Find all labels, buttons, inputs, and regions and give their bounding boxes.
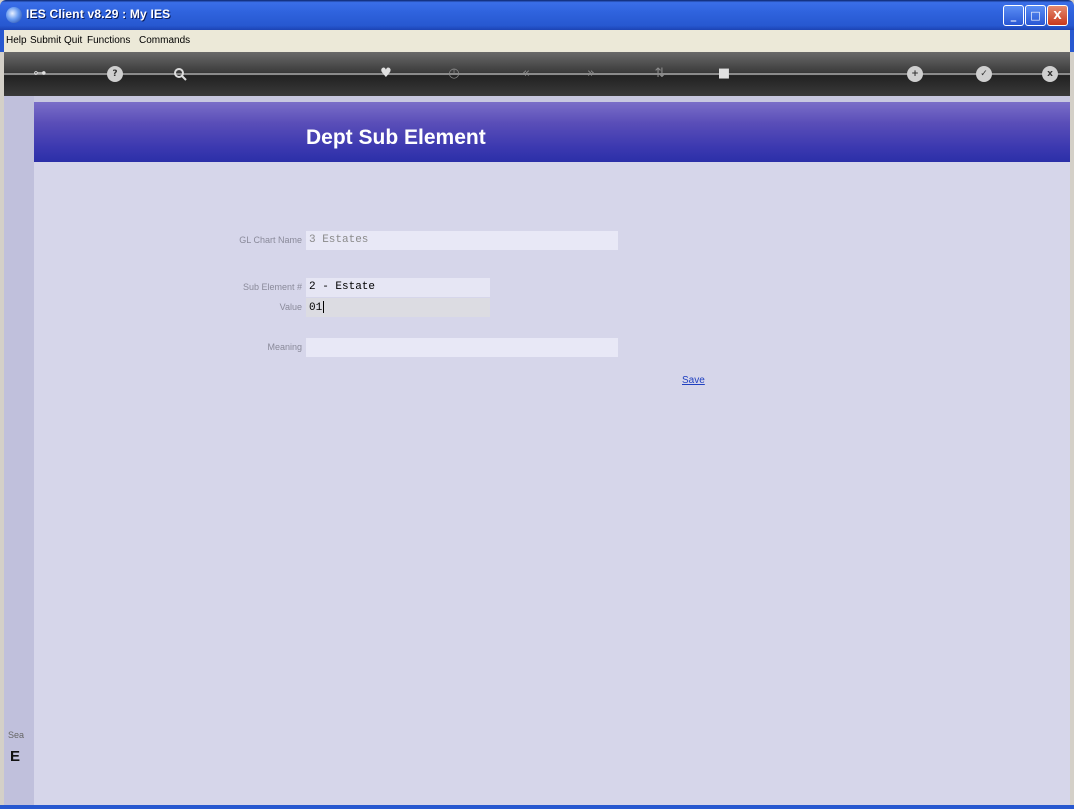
window-title: IES Client v8.29 : My IES <box>26 7 171 21</box>
side-label: Sea <box>8 730 25 740</box>
value-field[interactable]: 01 <box>306 298 490 317</box>
stop-icon[interactable]: ■ <box>714 64 734 84</box>
key-icon[interactable]: ⊶ <box>30 64 50 84</box>
page-title: Dept Sub Element <box>306 126 486 149</box>
maximize-button[interactable]: □ <box>1025 5 1046 26</box>
meaning-label: Meaning <box>267 342 302 352</box>
window-bottom-border <box>0 805 1074 809</box>
side-char: E <box>10 748 21 765</box>
menu-commands[interactable]: Commands <box>139 35 190 46</box>
menu-help[interactable]: Help <box>6 35 27 46</box>
check-icon[interactable]: ✓ <box>976 66 992 82</box>
rewind-icon[interactable]: « <box>516 64 536 84</box>
menu-submit[interactable]: Submit <box>30 35 61 46</box>
sub-element-label: Sub Element # <box>242 282 302 292</box>
value-label: Value <box>279 302 302 312</box>
app-icon <box>6 7 22 23</box>
title-bar[interactable]: IES Client v8.29 : My IES _ □ X <box>0 0 1074 30</box>
gl-chart-name-field[interactable]: 3 Estates <box>306 231 618 250</box>
text-cursor <box>323 301 325 313</box>
toolbar: ⊶ ? ♥ ◷ « » ⇅ ■ + ✓ x <box>4 52 1070 96</box>
side-panel: Sea E <box>4 96 34 805</box>
minimize-button[interactable]: _ <box>1003 5 1024 26</box>
clock-icon[interactable]: ◷ <box>444 64 464 84</box>
sort-icon[interactable]: ⇅ <box>650 64 670 84</box>
main-panel: Dept Sub Element GL Chart Name 3 Estates… <box>34 102 1070 805</box>
close-icon[interactable]: x <box>1042 66 1058 82</box>
search-icon[interactable] <box>170 64 190 84</box>
menu-quit[interactable]: Quit <box>64 35 82 46</box>
menu-bar: Help Submit Quit Functions Commands <box>0 30 1074 52</box>
forward-icon[interactable]: » <box>581 64 601 84</box>
content-area: Sea E Dept Sub Element GL Chart Name 3 E… <box>4 96 1070 805</box>
gl-chart-name-label: GL Chart Name <box>239 235 302 245</box>
page-header: Dept Sub Element <box>34 102 1070 162</box>
close-window-button[interactable]: X <box>1047 5 1068 26</box>
menu-functions[interactable]: Functions <box>87 35 130 46</box>
help-icon[interactable]: ? <box>107 66 123 82</box>
value-text: 01 <box>309 301 323 314</box>
meaning-field[interactable] <box>306 338 618 357</box>
sub-element-field[interactable]: 2 - Estate <box>306 278 490 297</box>
save-link[interactable]: Save <box>682 375 705 386</box>
heart-icon[interactable]: ♥ <box>376 64 396 84</box>
add-icon[interactable]: + <box>907 66 923 82</box>
